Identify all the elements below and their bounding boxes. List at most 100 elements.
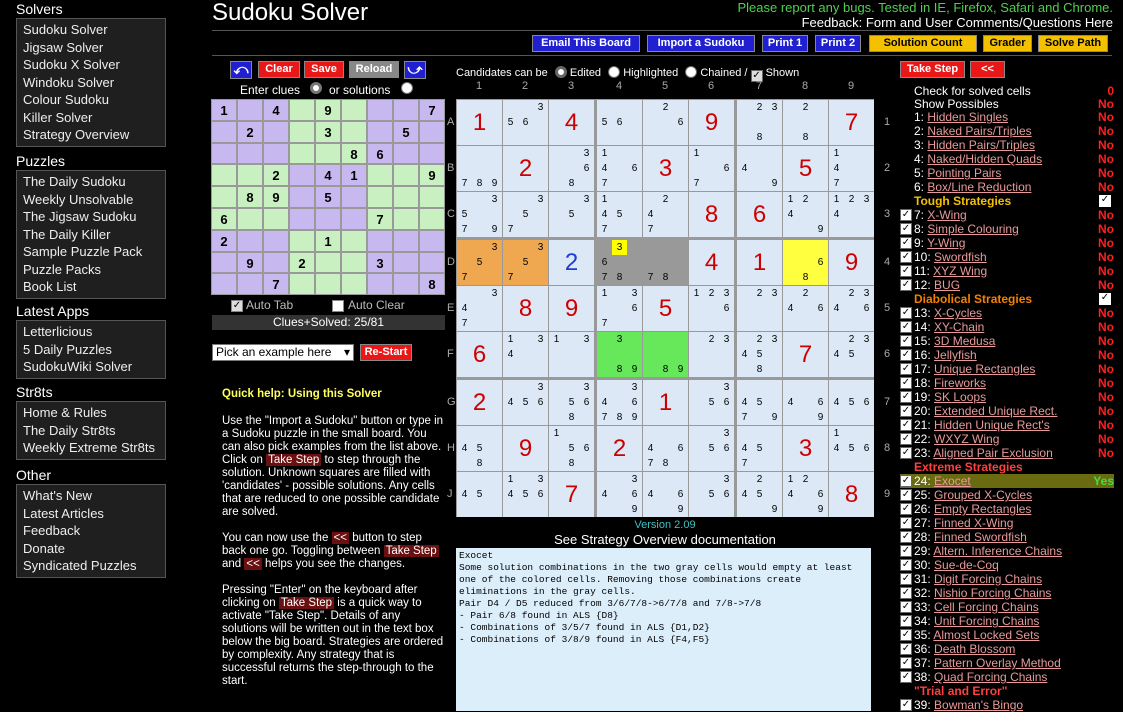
- nav-link[interactable]: Sudoku X Solver: [17, 56, 165, 74]
- strategy-name[interactable]: 31: Digit Forcing Chains: [914, 572, 1042, 586]
- small-board-cell[interactable]: [367, 164, 393, 187]
- board-cell[interactable]: 3: [643, 146, 688, 191]
- small-board-cell[interactable]: 4: [315, 164, 341, 187]
- small-board-cell[interactable]: [263, 142, 289, 165]
- small-board-cell[interactable]: [419, 208, 445, 230]
- strategy-name[interactable]: 29: Altern. Inference Chains: [914, 544, 1062, 558]
- small-board-cell[interactable]: 1: [315, 229, 341, 252]
- board-cell[interactable]: 23: [737, 286, 782, 331]
- board-cell[interactable]: 1 3 456: [503, 472, 548, 517]
- strategy-name[interactable]: 11: XYZ Wing: [914, 264, 987, 278]
- board-cell[interactable]: 3568: [549, 380, 594, 425]
- board-cell[interactable]: 9: [503, 426, 548, 471]
- small-board-cell[interactable]: 6: [367, 142, 393, 165]
- main-sudoku-board[interactable]: 1356456269238287789236814673167495147357…: [456, 99, 874, 517]
- strategy-name[interactable]: 7: X-Wing: [914, 208, 967, 222]
- small-board-cell[interactable]: [211, 164, 237, 187]
- small-board-cell[interactable]: 9: [237, 251, 263, 274]
- small-board-cell[interactable]: [211, 251, 237, 274]
- strategy-checkbox[interactable]: ✓: [900, 419, 912, 431]
- small-board-cell[interactable]: [419, 251, 445, 274]
- small-board-cell[interactable]: [341, 229, 367, 252]
- small-board-cell[interactable]: 2: [263, 164, 289, 187]
- board-cell[interactable]: 8: [829, 472, 874, 517]
- small-board-cell[interactable]: [237, 142, 263, 165]
- strategy-checkbox[interactable]: ✓: [900, 363, 912, 375]
- small-board-cell[interactable]: [263, 229, 289, 252]
- small-board-cell[interactable]: [419, 120, 445, 143]
- import-sudoku-button[interactable]: Import a Sudoku: [647, 35, 755, 52]
- strategy-checkbox[interactable]: ✓: [900, 657, 912, 669]
- strategy-checkbox[interactable]: ✓: [900, 503, 912, 515]
- chained-radio[interactable]: [685, 66, 698, 78]
- board-cell[interactable]: 3 4 7: [457, 286, 502, 331]
- strategy-checkbox[interactable]: ✓: [900, 517, 912, 529]
- board-cell[interactable]: 1 4 7: [829, 146, 874, 191]
- small-board-cell[interactable]: [341, 273, 367, 296]
- board-cell[interactable]: 89: [643, 332, 688, 377]
- strategy-name[interactable]: 14: XY-Chain: [914, 320, 984, 334]
- small-board-cell[interactable]: [341, 251, 367, 274]
- strategy-name[interactable]: 32: Nishio Forcing Chains: [914, 586, 1051, 600]
- board-cell[interactable]: 357: [503, 240, 548, 285]
- small-board-cell[interactable]: 9: [419, 164, 445, 187]
- strategy-name[interactable]: 3: Hidden Pairs/Triples: [914, 138, 1035, 152]
- auto-clear-checkbox[interactable]: [332, 300, 344, 312]
- small-board-cell[interactable]: 7: [367, 208, 393, 230]
- nav-link[interactable]: Donate: [17, 540, 165, 558]
- board-cell[interactable]: 23 4 6: [829, 286, 874, 331]
- board-cell[interactable]: 1: [457, 100, 502, 145]
- strategy-name[interactable]: 33: Cell Forcing Chains: [914, 600, 1039, 614]
- solutions-radio[interactable]: [401, 82, 413, 94]
- strategy-checkbox[interactable]: ✓: [900, 475, 912, 487]
- strategy-name[interactable]: 6: Box/Line Reduction: [914, 180, 1031, 194]
- small-board-cell[interactable]: [367, 120, 393, 143]
- small-board-cell[interactable]: [419, 142, 445, 165]
- strategy-name[interactable]: 26: Empty Rectangles: [914, 502, 1031, 516]
- board-cell[interactable]: 457: [737, 426, 782, 471]
- small-board-cell[interactable]: [289, 120, 315, 143]
- board-cell[interactable]: 9: [829, 240, 874, 285]
- strategy-link[interactable]: Naked Pairs/Triples: [927, 124, 1031, 138]
- board-cell[interactable]: 3 4 6 789: [597, 380, 642, 425]
- strategy-link[interactable]: Pattern Overlay Method: [934, 656, 1061, 670]
- strategy-name[interactable]: 16: Jellyfish: [914, 348, 977, 362]
- small-board-cell[interactable]: [289, 142, 315, 165]
- auto-tab-checkbox[interactable]: ✓: [231, 300, 243, 312]
- small-board-cell[interactable]: [315, 208, 341, 230]
- board-cell[interactable]: 23 8: [737, 100, 782, 145]
- small-board-cell[interactable]: [289, 229, 315, 252]
- nav-link[interactable]: Sample Puzzle Pack: [17, 243, 165, 261]
- small-board-cell[interactable]: [211, 142, 237, 165]
- strategy-name[interactable]: 4: Naked/Hidden Quads: [914, 152, 1042, 166]
- board-cell[interactable]: 23 45: [829, 332, 874, 377]
- strategy-name[interactable]: 23: Aligned Pair Exclusion: [914, 446, 1053, 460]
- board-cell[interactable]: 2: [457, 380, 502, 425]
- strategy-link[interactable]: Unit Forcing Chains: [934, 614, 1039, 628]
- board-cell[interactable]: 24 7: [643, 192, 688, 237]
- strategy-checkbox[interactable]: ✓: [900, 629, 912, 641]
- small-board-cell[interactable]: 2: [211, 229, 237, 252]
- strategy-checkbox[interactable]: ✓: [900, 223, 912, 235]
- board-cell[interactable]: 3 5 7 9: [457, 192, 502, 237]
- strategy-link[interactable]: Bowman's Bingo: [934, 698, 1023, 712]
- board-cell[interactable]: 123 6: [689, 286, 734, 331]
- small-board-cell[interactable]: [237, 99, 263, 121]
- solve-path-button[interactable]: Solve Path: [1038, 35, 1108, 52]
- small-board-cell[interactable]: [315, 273, 341, 296]
- board-cell[interactable]: 356: [503, 100, 548, 145]
- board-cell[interactable]: 4 6 9: [783, 380, 828, 425]
- small-board-cell[interactable]: [367, 229, 393, 252]
- board-cell[interactable]: 356: [689, 472, 734, 517]
- strategy-name[interactable]: 15: 3D Medusa: [914, 334, 995, 348]
- strategy-link[interactable]: Unique Rectangles: [934, 362, 1035, 376]
- board-cell[interactable]: 1 4 6 7: [597, 146, 642, 191]
- board-cell[interactable]: 123 4: [829, 192, 874, 237]
- strategy-checkbox[interactable]: ✓: [900, 559, 912, 571]
- strategy-name[interactable]: 27: Finned X-Wing: [914, 516, 1013, 530]
- strategy-link[interactable]: XYZ Wing: [933, 264, 987, 278]
- nav-link[interactable]: 5 Daily Puzzles: [17, 341, 165, 359]
- back-button[interactable]: <<: [970, 61, 1005, 78]
- board-cell[interactable]: 45: [457, 472, 502, 517]
- small-board-cell[interactable]: 3: [367, 251, 393, 274]
